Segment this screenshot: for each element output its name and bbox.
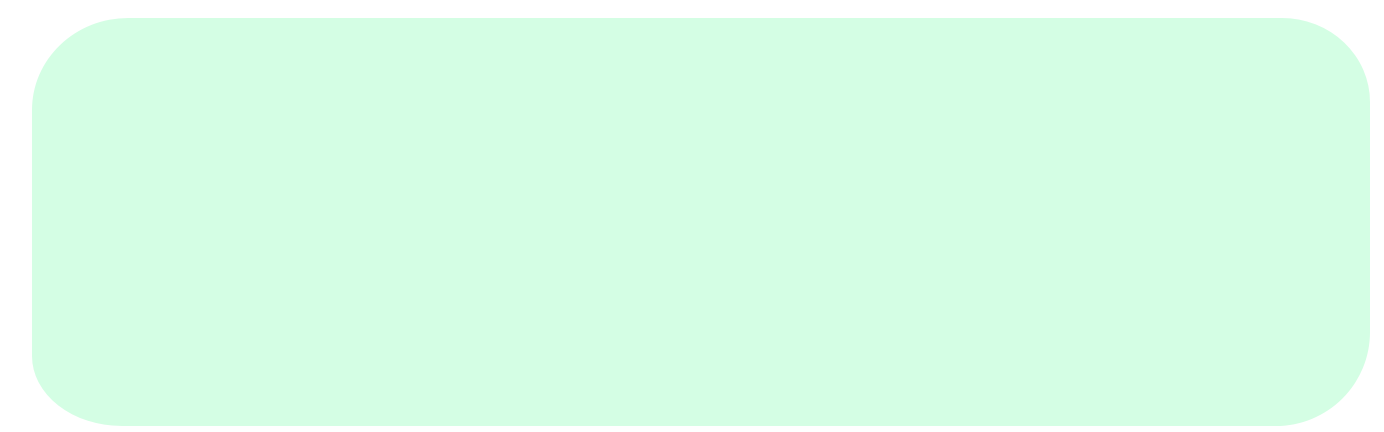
page-canvas xyxy=(0,0,1384,432)
mint-card-panel xyxy=(32,18,1370,426)
